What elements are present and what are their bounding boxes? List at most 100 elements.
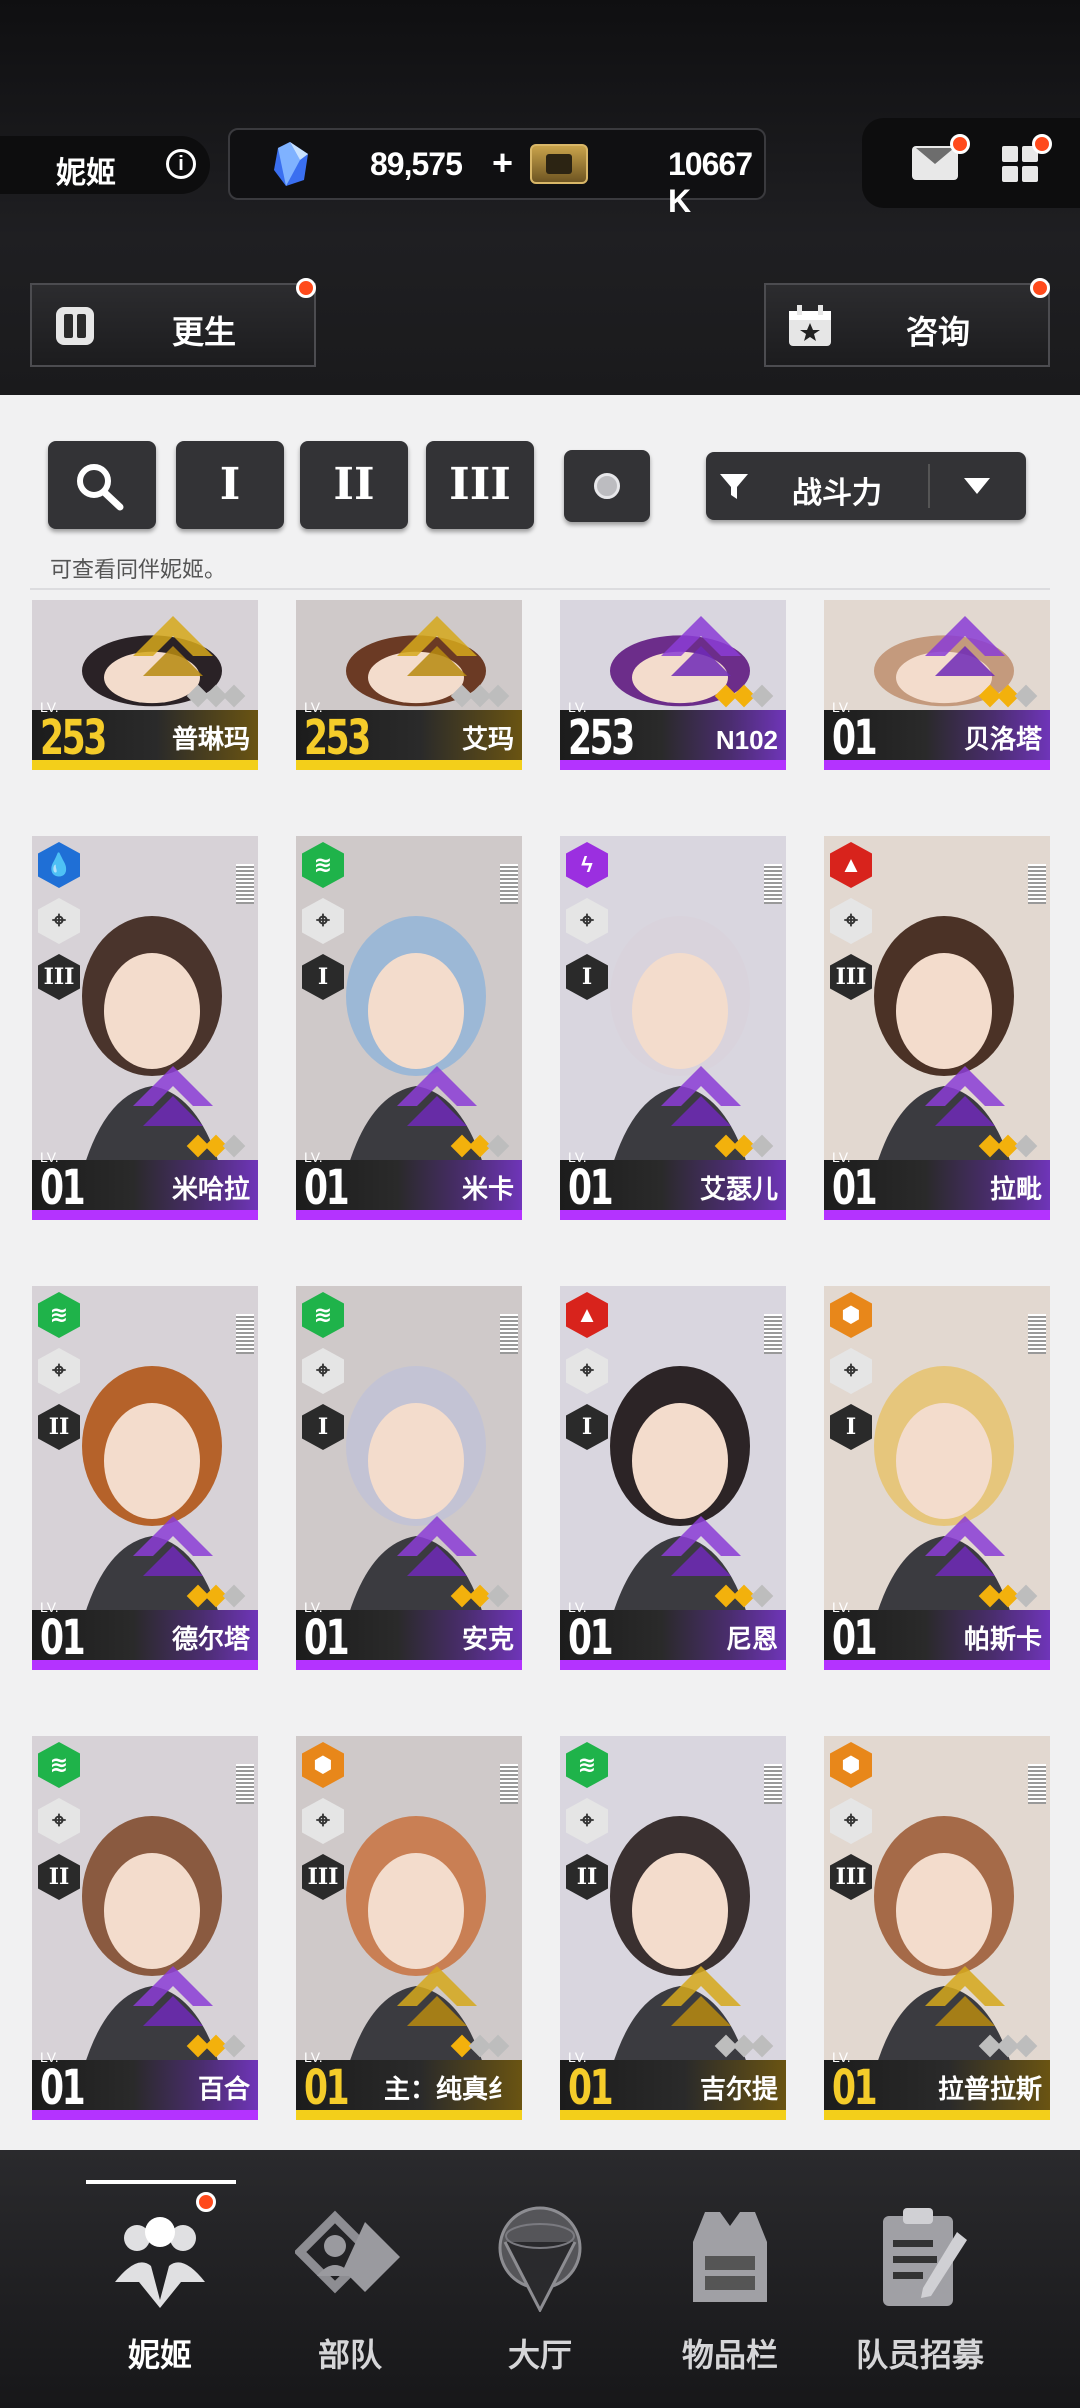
nikke-name: N102	[715, 725, 778, 755]
gem-icon	[274, 142, 308, 186]
nikke-attributes: ≋ ⌖ II	[38, 1742, 82, 1910]
toggle-view-button[interactable]	[564, 450, 650, 522]
burst-type-icon: II	[38, 1854, 80, 1900]
nikke-attributes: ⬢ ⌖ I	[830, 1292, 874, 1460]
filter-funnel-icon	[720, 474, 748, 499]
nikke-attributes: ≋ ⌖ I	[302, 842, 346, 1010]
sort-dropdown[interactable]: 战斗力	[706, 452, 1026, 520]
weapon-class-icon: ⌖	[38, 1798, 80, 1844]
nikke-level: 01	[304, 1160, 350, 1216]
consult-label: 咨询	[906, 314, 971, 350]
nikke-group-icon	[115, 2217, 205, 2308]
filter-burst-2-button[interactable]: II	[300, 441, 408, 529]
weapon-class-icon: ⌖	[566, 1798, 608, 1844]
nikke-level: 01	[40, 1610, 86, 1666]
star-rating	[450, 1584, 510, 1608]
star-rating	[450, 1134, 510, 1158]
info-icon[interactable]: i	[166, 149, 196, 179]
nikke-card[interactable]: ▲ ⌖ I LV. 01 尼恩	[560, 1286, 786, 1670]
weapon-class-icon: ⌖	[38, 898, 80, 944]
barcode-decoration	[764, 1764, 782, 1804]
gems-add-button[interactable]: +	[492, 142, 513, 184]
squad-icon	[295, 2210, 400, 2294]
nikke-card[interactable]: ⬢ ⌖ III LV. 01 主：纯真纟	[296, 1736, 522, 2120]
weapon-class-icon: ⌖	[302, 898, 344, 944]
nikke-card[interactable]: ≋ ⌖ II LV. 01 吉尔提	[560, 1736, 786, 2120]
star-rating	[978, 1584, 1038, 1608]
nikke-level: 01	[568, 1160, 614, 1216]
mail-icon[interactable]	[912, 146, 958, 180]
nikke-card[interactable]: ϟ ⌖ I LV. 01 艾瑟儿	[560, 836, 786, 1220]
lobby-globe-icon	[498, 2206, 582, 2312]
filter-burst-3-button[interactable]: III	[426, 441, 534, 529]
nikke-card[interactable]: ⬢ ⌖ III LV. 01 拉普拉斯	[824, 1736, 1050, 2120]
nikke-card[interactable]: ≋ ⌖ I LV. 01 米卡	[296, 836, 522, 1220]
barcode-decoration	[1028, 1764, 1046, 1804]
inventory-vest-icon	[693, 2212, 767, 2302]
burst-type-icon: III	[302, 1854, 344, 1900]
barcode-decoration	[1028, 1314, 1046, 1354]
menu-grid-icon[interactable]	[1002, 146, 1038, 182]
nav-tab-inventory[interactable]: 物品栏	[630, 2150, 830, 2408]
star-rating	[714, 2034, 774, 2058]
weapon-class-icon: ⌖	[566, 1348, 608, 1394]
nikke-card[interactable]: ⬢ ⌖ I LV. 01 帕斯卡	[824, 1286, 1050, 1670]
nikke-card[interactable]: ≋ ⌖ II LV. 01 德尔塔	[32, 1286, 258, 1670]
star-rating	[978, 1134, 1038, 1158]
nikke-card[interactable]: LV. 253 艾玛	[296, 600, 522, 770]
burst-type-icon: I	[566, 1404, 608, 1450]
rebirth-button[interactable]: 更生	[30, 283, 316, 367]
burst-type-icon: I	[830, 1404, 872, 1450]
page-title-pill: 妮姬 i	[0, 136, 210, 194]
calendar-icon	[789, 305, 831, 346]
nikke-name: 艾瑟儿	[699, 1174, 778, 1204]
filter-burst-1-button[interactable]: I	[176, 441, 284, 529]
nikke-card[interactable]: ≋ ⌖ I LV. 01 安克	[296, 1286, 522, 1670]
weapon-class-icon: ⌖	[830, 1348, 872, 1394]
menu-notification-dot	[1032, 134, 1052, 154]
nikke-card[interactable]: LV. 01 贝洛塔	[824, 600, 1050, 770]
burst-type-icon: I	[302, 954, 344, 1000]
element-wind-icon: ≋	[38, 1292, 80, 1338]
nav-tab-nikke[interactable]: 妮姬	[60, 2150, 260, 2408]
nikke-name: 百合	[197, 2074, 250, 2104]
nikke-name: 拉普拉斯	[937, 2074, 1042, 2104]
burst-type-icon: III	[830, 954, 872, 1000]
burst-type-icon: I	[302, 1404, 344, 1450]
credit-chip-icon	[530, 144, 588, 184]
nikke-card[interactable]: LV. 253 普琳玛	[32, 600, 258, 770]
nikke-level: 01	[832, 710, 878, 766]
nikke-level: 01	[40, 2060, 86, 2116]
nikke-name: 安克	[461, 1624, 514, 1654]
weapon-class-icon: ⌖	[830, 898, 872, 944]
nav-label: 物品栏	[681, 2337, 778, 2373]
nav-tab-squad[interactable]: 部队	[250, 2150, 450, 2408]
element-fire-icon: ▲	[566, 1292, 608, 1338]
currency-bar: 89,575 + 10667 K	[228, 128, 766, 219]
nav-tab-recruit[interactable]: 队员招募	[820, 2150, 1020, 2408]
nikke-attributes: ≋ ⌖ II	[566, 1742, 610, 1910]
nikke-name: 普琳玛	[171, 724, 250, 754]
element-iron-icon: ⬢	[830, 1292, 872, 1338]
nikke-attributes: ϟ ⌖ I	[566, 842, 610, 1010]
nikke-card[interactable]: LV. 253 N102	[560, 600, 786, 770]
search-button[interactable]	[48, 441, 156, 529]
nikke-attributes: ▲ ⌖ I	[566, 1292, 610, 1460]
star-rating	[450, 684, 510, 708]
nav-tab-lobby[interactable]: 大厅	[440, 2150, 640, 2408]
burst-type-icon: III	[830, 1854, 872, 1900]
nikke-level: 253	[304, 710, 371, 766]
star-rating	[714, 684, 774, 708]
nikke-level: 253	[40, 710, 107, 766]
nikke-card[interactable]: ▲ ⌖ III LV. 01 拉毗	[824, 836, 1050, 1220]
divider	[30, 588, 1050, 590]
barcode-decoration	[500, 1764, 518, 1804]
element-fire-icon: ▲	[830, 842, 872, 888]
consult-button[interactable]: 咨询	[764, 283, 1050, 367]
nikke-card[interactable]: ≋ ⌖ II LV. 01 百合	[32, 1736, 258, 2120]
barcode-decoration	[500, 1314, 518, 1354]
nikke-card[interactable]: 💧 ⌖ III LV. 01 米哈拉	[32, 836, 258, 1220]
nav-label: 大厅	[507, 2337, 572, 2373]
star-rating	[978, 684, 1038, 708]
hint-text: 可查看同伴妮姬。	[50, 557, 227, 582]
